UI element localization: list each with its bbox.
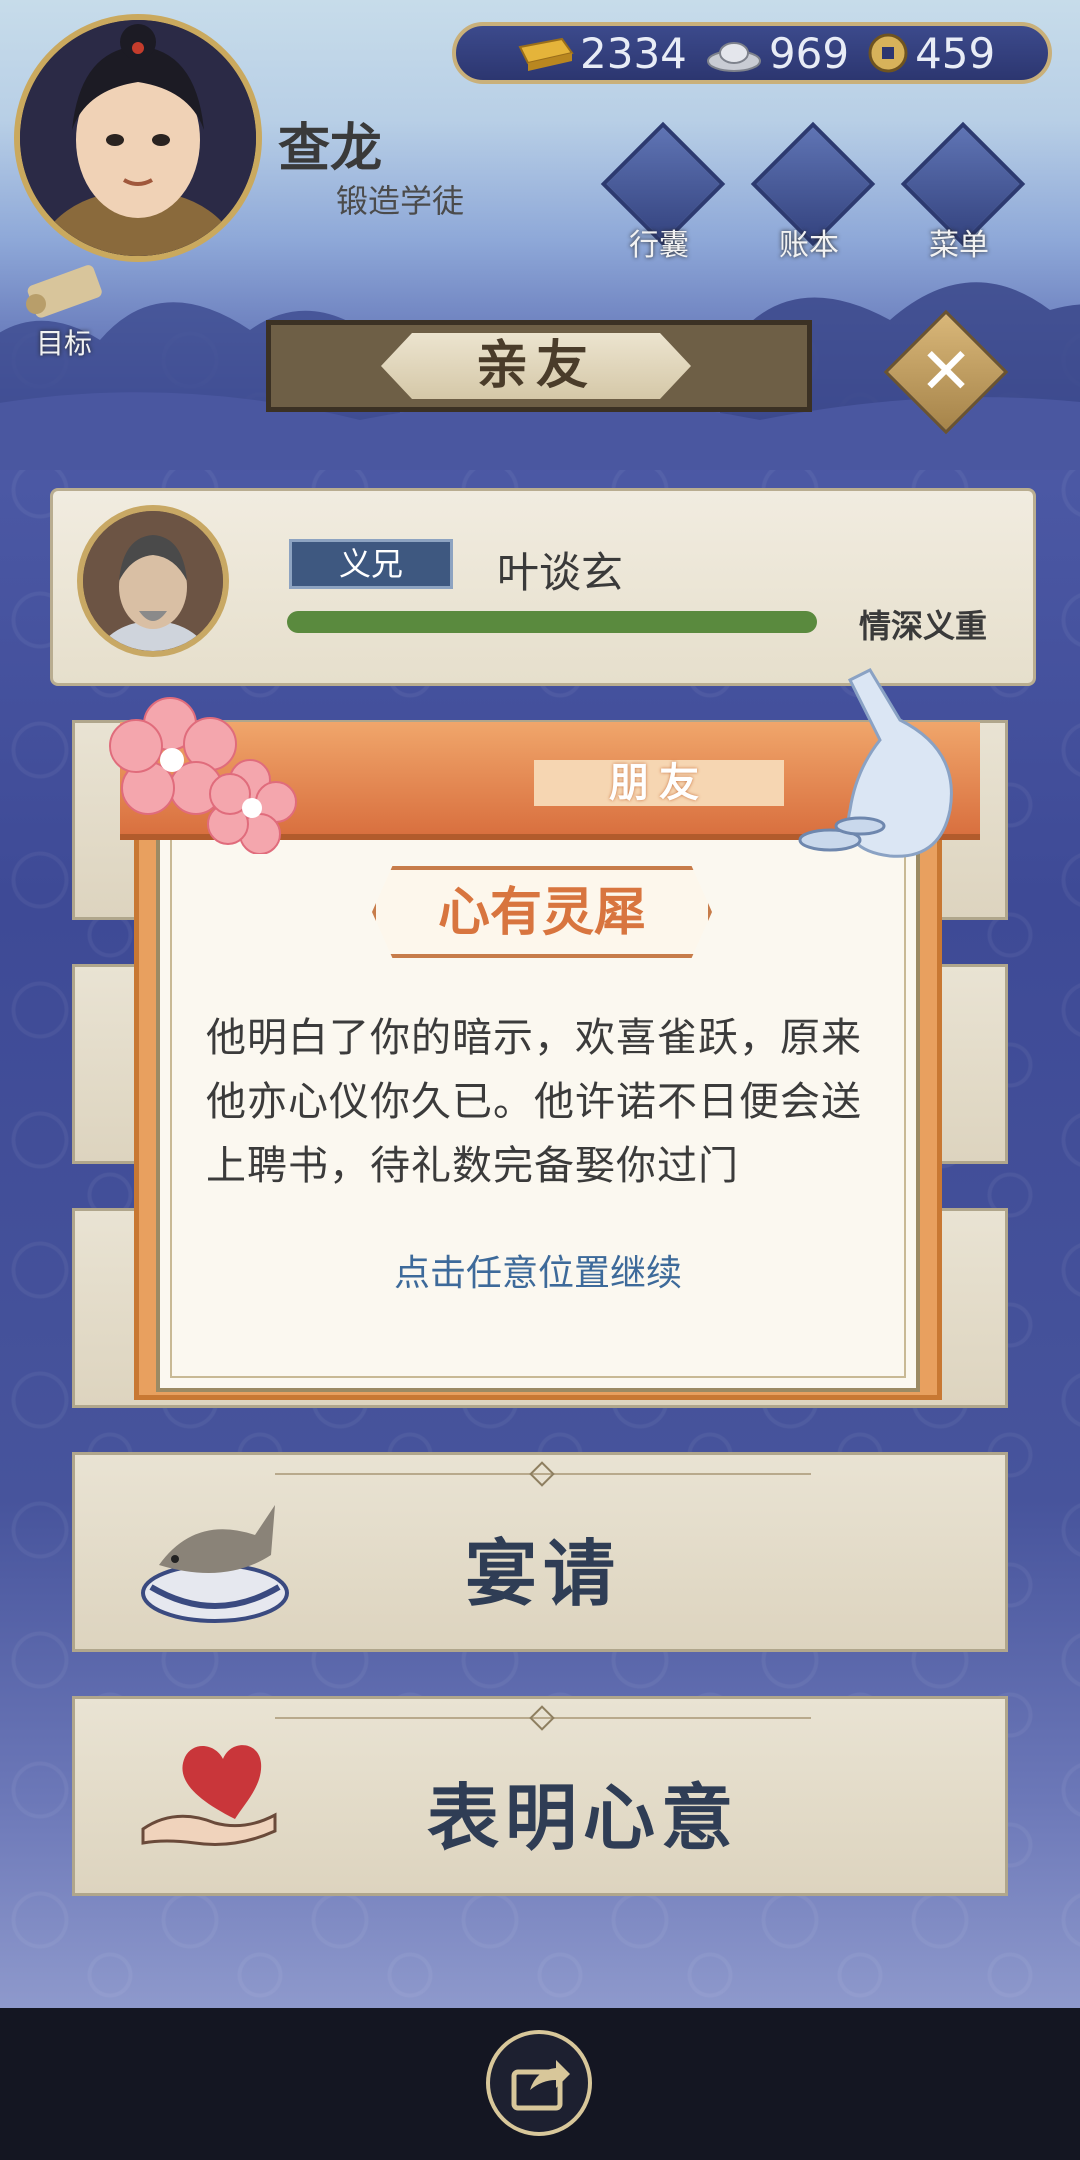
share-button[interactable] <box>486 2030 592 2136</box>
player-title: 锻造学徒 <box>336 182 465 220</box>
currency-bar: 2334 969 459 <box>452 22 1052 84</box>
silver-ingot-icon <box>706 42 761 72</box>
feast-label: 宴请 <box>464 1532 621 1616</box>
ledger-button[interactable]: 账本 <box>744 121 876 263</box>
page-title: 亲友 <box>381 333 691 399</box>
share-icon <box>511 2060 570 2111</box>
modal-message: 他明白了你的暗示，欢喜雀跃，原来他亦心仪你久已。他许诺不日便会送上聘书，待礼数完… <box>206 1015 862 1189</box>
bag-button[interactable]: 行囊 <box>594 121 726 263</box>
panel-ornament-diamond <box>529 1461 555 1487</box>
coin-amount: 459 <box>915 28 996 78</box>
modal-category: 朋友 <box>534 760 784 806</box>
ledger-label: 账本 <box>779 228 839 263</box>
panel-ornament-diamond <box>529 1705 555 1731</box>
wine-jar-icon <box>798 668 953 858</box>
page-title-bar: 亲友 <box>266 320 812 412</box>
cherry-blossom-icon <box>109 697 297 854</box>
player-portrait-icon <box>20 20 256 256</box>
menu-label: 菜单 <box>929 228 989 263</box>
bond-progress-bar <box>287 611 817 633</box>
friend-card[interactable]: 义兄 叶谈玄 情深义重 <box>50 488 1036 686</box>
confess-label: 表明心意 <box>426 1776 739 1860</box>
friend-name: 叶谈玄 <box>497 548 624 597</box>
continue-hint[interactable]: 点击任意位置继续 <box>156 1244 920 1296</box>
bond-status: 情深义重 <box>859 607 988 645</box>
goal-button[interactable]: 目标 <box>16 260 126 360</box>
gold-currency: 2334 <box>512 29 687 78</box>
copper-coin-icon <box>868 33 908 73</box>
silver-amount: 969 <box>768 28 850 78</box>
player-name: 查龙 <box>278 119 383 179</box>
menu-button[interactable]: 菜单 <box>894 121 1026 263</box>
game-scene: 查龙 锻造学徒 2334 969 459 行囊 账本 菜单 目标 亲友 ✕ 义兄… <box>0 0 1080 2008</box>
silver-currency: 969 <box>705 29 849 78</box>
coin-currency: 459 <box>867 29 995 78</box>
confess-button[interactable]: 表明心意 <box>72 1696 1008 1896</box>
goal-label: 目标 <box>36 327 93 360</box>
relation-badge: 义兄 <box>289 539 453 589</box>
close-icon: ✕ <box>919 335 973 409</box>
bag-label: 行囊 <box>629 228 689 263</box>
player-avatar[interactable] <box>14 14 262 262</box>
scroll-icon <box>26 265 102 318</box>
gold-amount: 2334 <box>580 28 687 78</box>
friend-portrait-icon <box>83 511 223 651</box>
feast-button[interactable]: 宴请 <box>72 1452 1008 1652</box>
modal-heading: 心有灵犀 <box>372 866 712 958</box>
gold-ingot-icon <box>518 37 574 71</box>
friend-avatar <box>77 505 229 657</box>
